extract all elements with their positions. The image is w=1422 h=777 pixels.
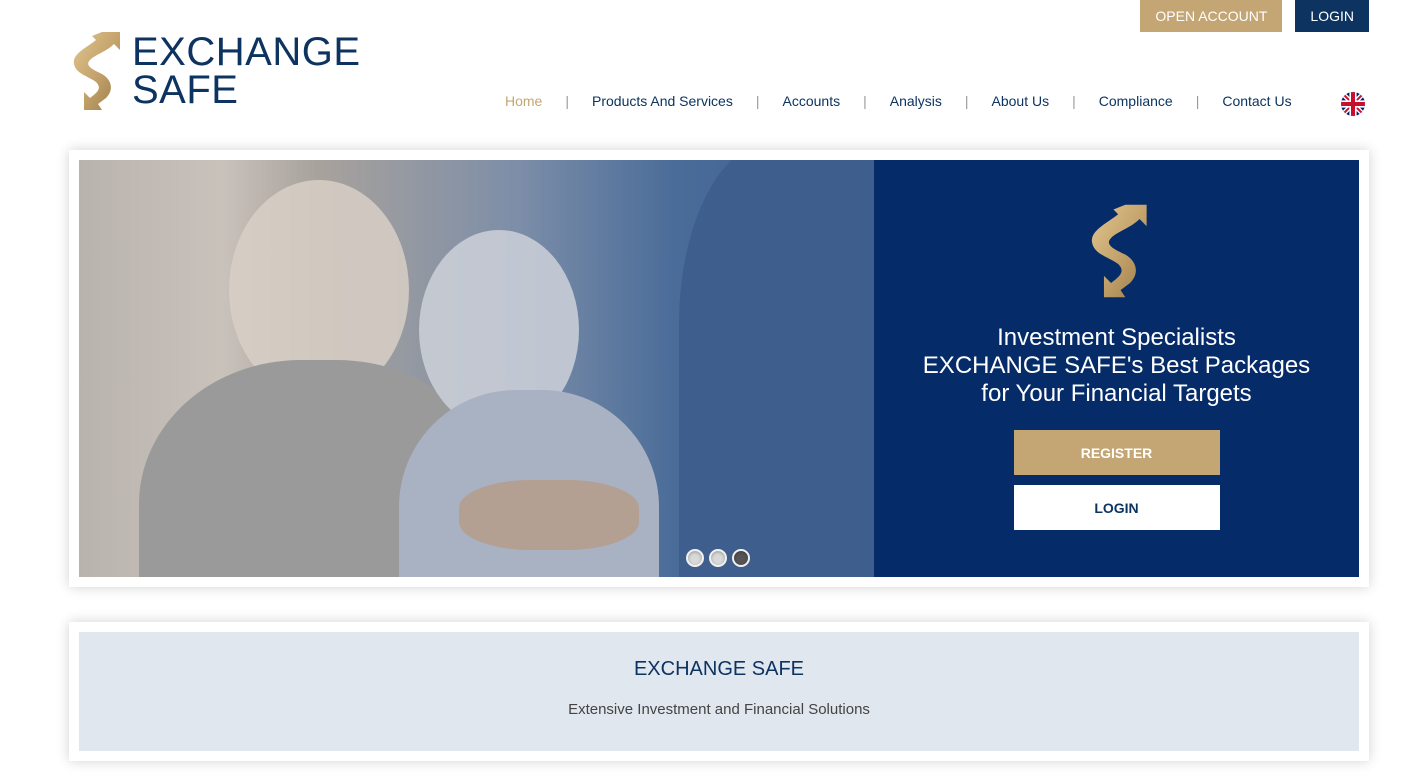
photo-handshake [459, 480, 639, 550]
top-actions: OPEN ACCOUNT LOGIN [1140, 0, 1369, 32]
hero-login-button[interactable]: LOGIN [1013, 485, 1220, 530]
nav-about-us[interactable]: About Us [992, 93, 1050, 109]
nav-separator: | [1072, 93, 1076, 109]
hero-title: Investment Specialists [997, 324, 1236, 351]
logo-text: EXCHANGE SAFE [132, 30, 361, 112]
nav-separator: | [1195, 93, 1200, 109]
uk-flag-icon[interactable] [1341, 92, 1365, 116]
double-arrow-s-icon [73, 32, 120, 110]
main-nav: Home | Products And Services | Accounts … [505, 93, 1292, 109]
hero-slider: Investment Specialists EXCHANGE SAFE's B… [69, 150, 1369, 587]
login-button[interactable]: LOGIN [1295, 0, 1369, 32]
nav-accounts[interactable]: Accounts [783, 93, 841, 109]
logo-line-2: SAFE [132, 68, 239, 112]
hero-subtitle-line-2: for Your Financial Targets [981, 380, 1252, 407]
hero-photo [79, 160, 874, 577]
hero-slide: Investment Specialists EXCHANGE SAFE's B… [79, 160, 1359, 577]
info-panel: EXCHANGE SAFE Extensive Investment and F… [79, 632, 1359, 751]
double-arrow-s-icon [1091, 204, 1147, 298]
page: OPEN ACCOUNT LOGIN EXCHANGE SAFE Home | … [0, 0, 1422, 777]
nav-separator: | [755, 93, 760, 109]
slider-dot-3[interactable] [732, 549, 750, 567]
nav-compliance[interactable]: Compliance [1099, 93, 1173, 109]
logo-line-1: EXCHANGE [132, 30, 361, 74]
info-title: EXCHANGE SAFE [633, 658, 805, 680]
nav-contact-us[interactable]: Contact Us [1222, 93, 1291, 109]
nav-analysis[interactable]: Analysis [890, 93, 942, 109]
open-account-button[interactable]: OPEN ACCOUNT [1140, 0, 1283, 32]
info-subtitle: Extensive Investment and Financial Solut… [568, 701, 870, 718]
hero-subtitle-line-1: EXCHANGE SAFE's Best Packages [922, 352, 1311, 379]
nav-separator: | [863, 93, 867, 109]
logo[interactable]: EXCHANGE SAFE [68, 30, 361, 112]
nav-products-and-services[interactable]: Products And Services [592, 93, 733, 109]
nav-separator: | [964, 93, 969, 109]
slider-dot-2[interactable] [709, 549, 727, 567]
nav-separator: | [565, 93, 569, 109]
hero-panel: Investment Specialists EXCHANGE SAFE's B… [874, 160, 1359, 577]
info-section: EXCHANGE SAFE Extensive Investment and F… [69, 622, 1369, 761]
register-button[interactable]: REGISTER [1013, 430, 1220, 475]
slider-dots [686, 549, 750, 567]
slider-dot-1[interactable] [686, 549, 704, 567]
photo-advisor [679, 160, 874, 577]
nav-home[interactable]: Home [505, 93, 542, 109]
